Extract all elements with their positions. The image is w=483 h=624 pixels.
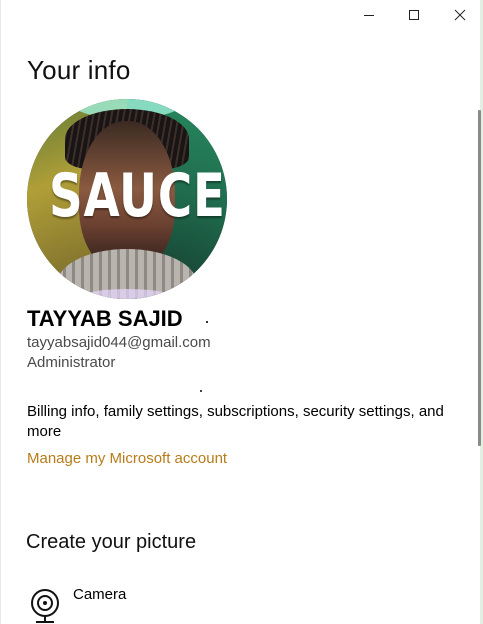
maximize-button[interactable] <box>391 0 437 30</box>
user-role: Administrator <box>27 354 116 371</box>
maximize-icon <box>409 10 419 20</box>
title-bar <box>1 0 480 30</box>
close-icon <box>454 9 466 21</box>
user-email: tayyabsajid044@gmail.com <box>27 334 211 351</box>
camera-option[interactable]: Camera <box>29 584 229 624</box>
billing-description: Billing info, family settings, subscript… <box>27 403 444 440</box>
minimize-button[interactable] <box>346 0 392 30</box>
decorative-dot <box>200 390 202 392</box>
scrollbar[interactable] <box>478 110 481 446</box>
camera-label: Camera <box>73 586 127 603</box>
decorative-dot <box>206 321 208 323</box>
user-name: TAYYAB SAJID <box>27 306 183 331</box>
minimize-icon <box>364 15 374 16</box>
settings-window: Your info SAUCE TAYYAB SAJID tayyabsajid… <box>0 0 483 624</box>
create-picture-heading: Create your picture <box>26 531 197 553</box>
camera-icon <box>31 589 59 623</box>
avatar: SAUCE <box>27 99 227 299</box>
avatar-text: SAUCE <box>49 161 226 231</box>
page-title: Your info <box>27 55 131 85</box>
close-button[interactable] <box>437 0 483 30</box>
manage-account-link[interactable]: Manage my Microsoft account <box>27 450 227 467</box>
